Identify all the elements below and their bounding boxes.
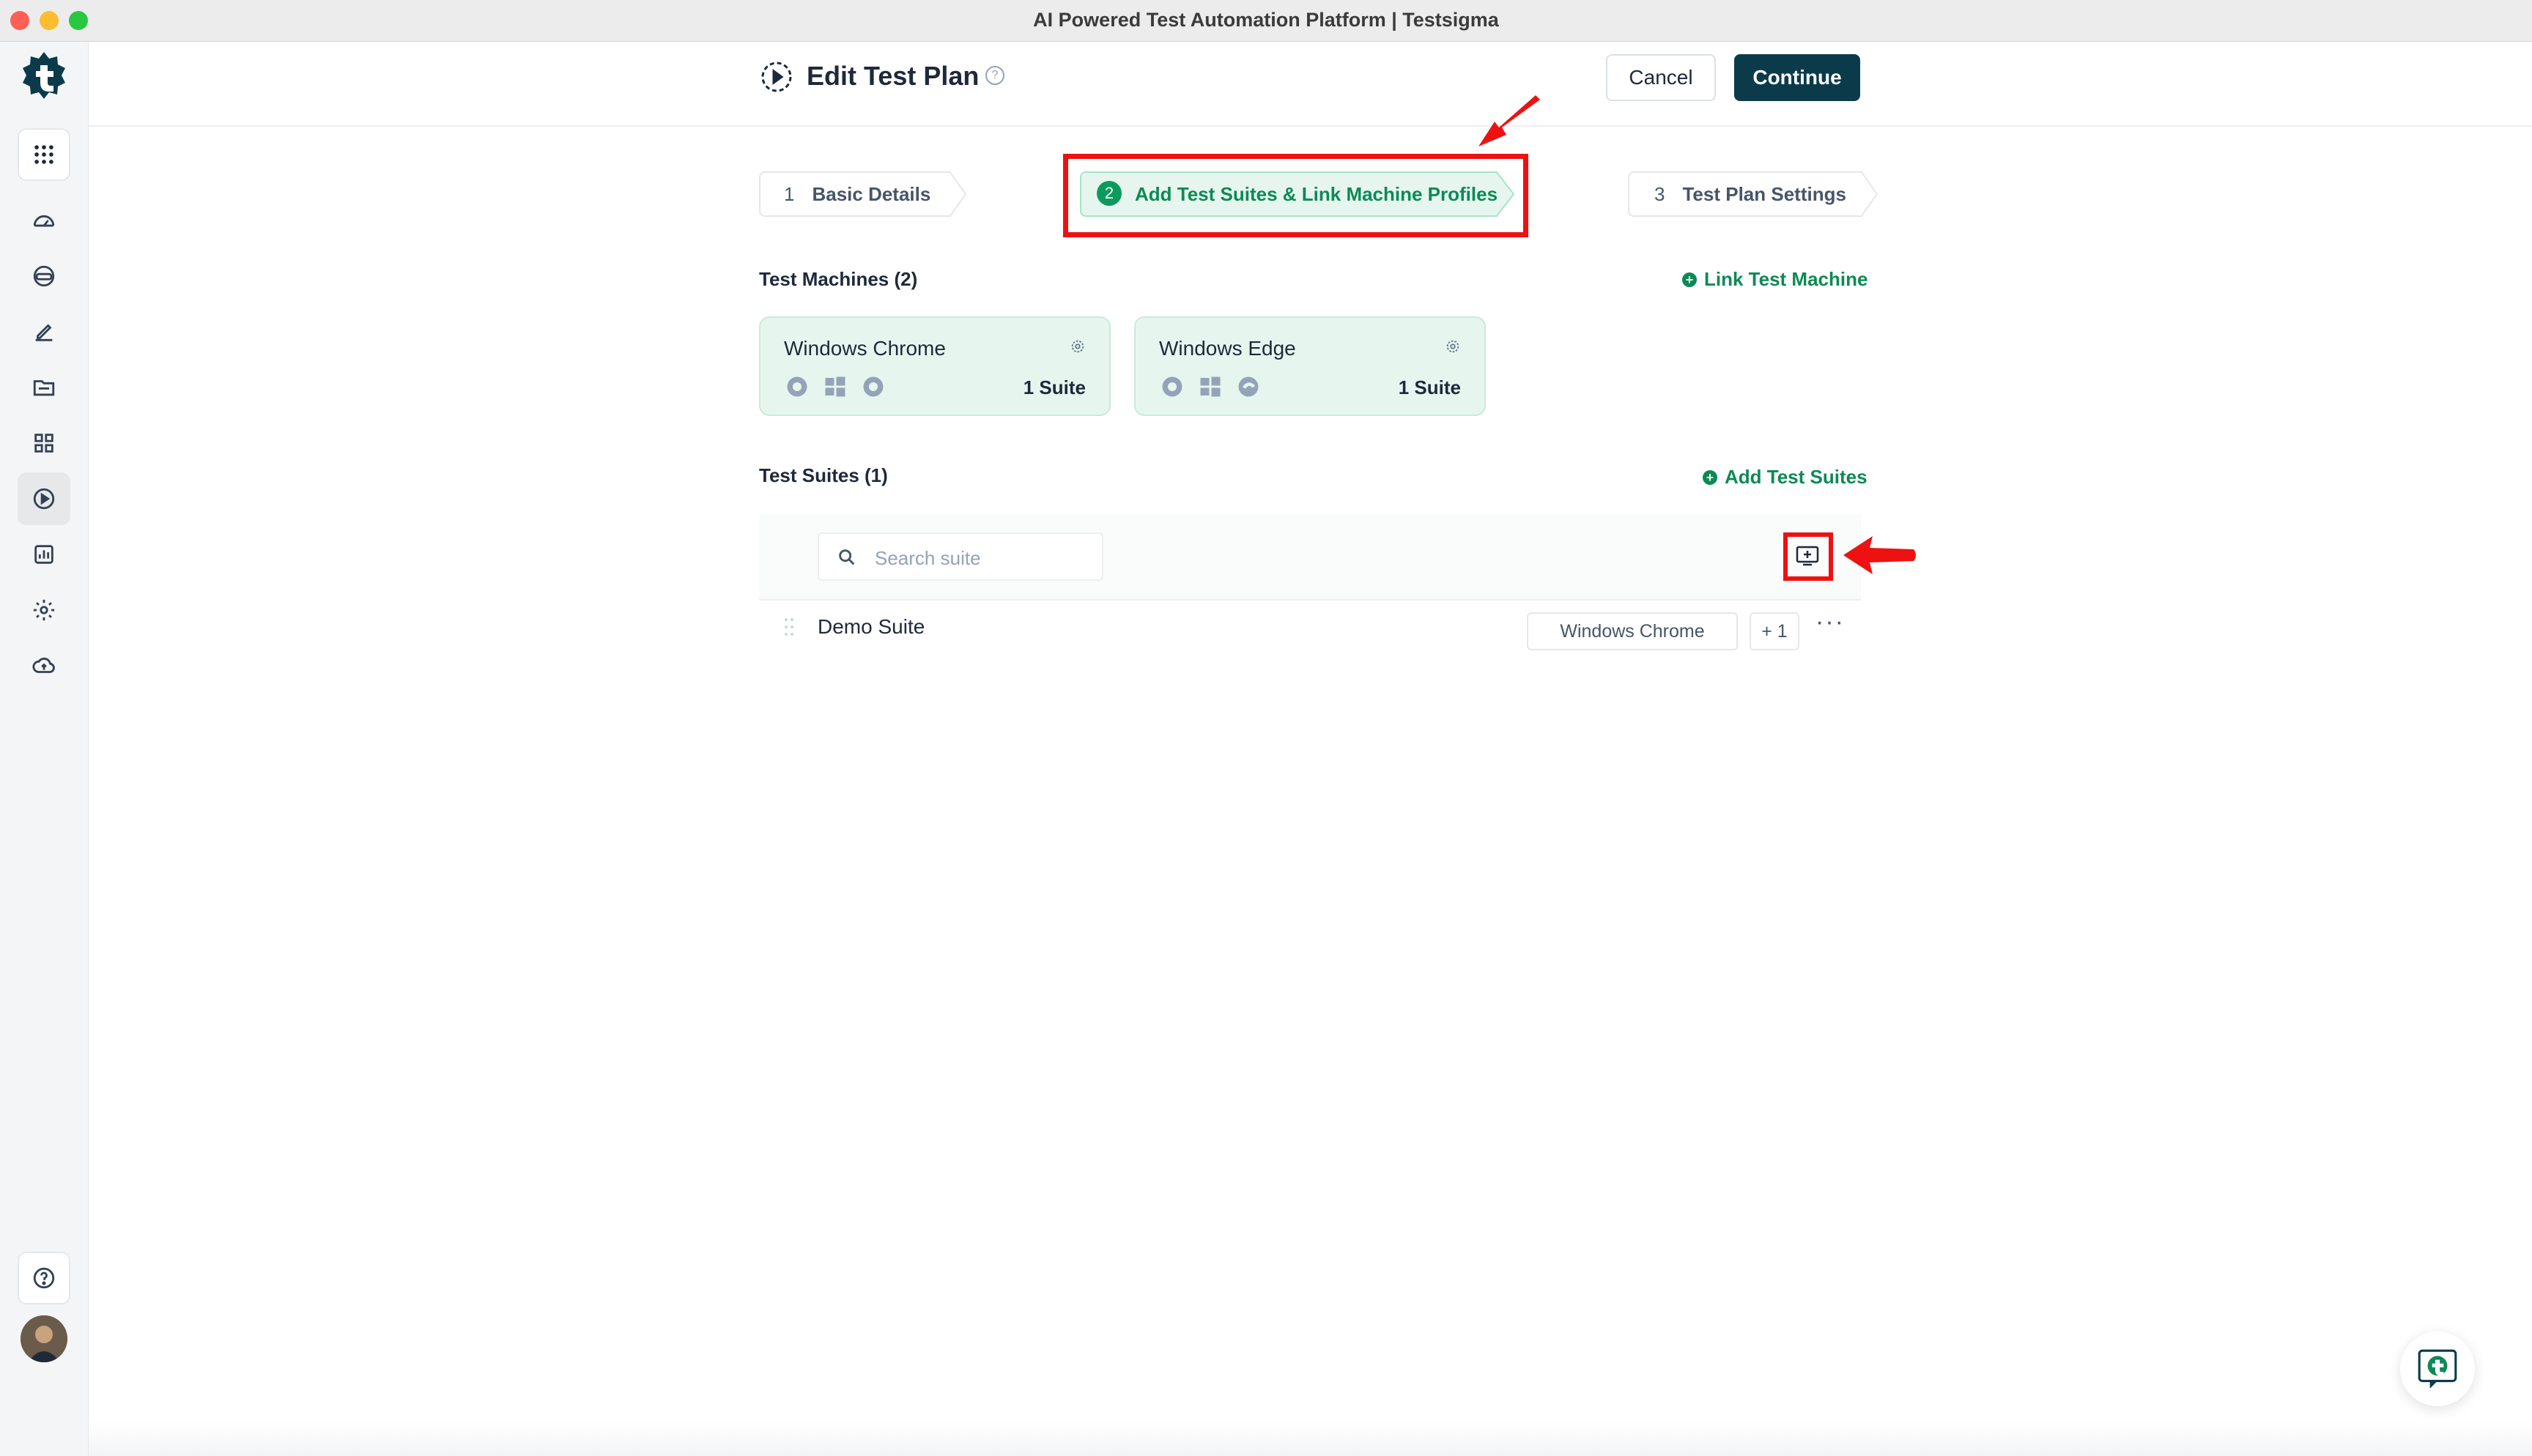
machine-suite-count: 1 Suite	[1023, 376, 1086, 398]
annotation-arrow-left-icon	[1843, 536, 1916, 574]
bottom-shadow	[89, 1421, 2532, 1456]
edge-icon	[1238, 376, 1259, 397]
highlight-box-add-icon	[1783, 532, 1833, 581]
avatar[interactable]	[21, 1315, 67, 1362]
step-3-label: Test Plan Settings	[1682, 182, 1846, 205]
plus-circle-icon: +	[1703, 469, 1717, 485]
cloud-icon[interactable]	[18, 639, 70, 692]
machine-card[interactable]: Windows Chrome 1 Suite	[759, 316, 1111, 416]
modules-icon[interactable]	[18, 417, 70, 469]
highlight-box-steps	[1063, 154, 1528, 237]
suite-name[interactable]: Demo Suite	[818, 615, 925, 639]
dashboard-icon[interactable]	[18, 194, 70, 247]
link-test-machine-button[interactable]: + Link Test Machine	[1682, 268, 1867, 291]
windows-icon	[825, 376, 845, 397]
machine-name: Windows Edge	[1159, 337, 1296, 360]
support-chat-button[interactable]	[2400, 1331, 2475, 1406]
link-test-machine-label: Link Test Machine	[1704, 268, 1868, 290]
help-tooltip-icon[interactable]: ?	[985, 66, 1004, 85]
step-3-chevron	[1861, 171, 1878, 217]
search-placeholder: Search suite	[875, 547, 981, 569]
sidebar	[0, 42, 89, 1456]
chat-logo-icon	[2418, 1349, 2457, 1389]
step-3-number: 3	[1654, 182, 1665, 205]
step-3[interactable]: 3 Test Plan Settings	[1654, 171, 1846, 217]
run-icon[interactable]	[18, 472, 70, 525]
continue-button[interactable]: Continue	[1734, 54, 1860, 101]
gear-icon[interactable]	[1070, 338, 1086, 354]
testsigma-logo-icon[interactable]	[18, 49, 70, 102]
suite-machine-tag[interactable]: Windows Chrome	[1527, 612, 1738, 650]
search-suite-input[interactable]: Search suite	[818, 532, 1103, 581]
test-plan-icon	[760, 60, 793, 94]
reports-icon[interactable]	[18, 528, 70, 581]
window-title: AI Powered Test Automation Platform | Te…	[1033, 9, 1499, 31]
help-icon[interactable]	[18, 1252, 70, 1304]
gear-icon[interactable]	[1445, 338, 1461, 354]
machine-card[interactable]: Windows Edge 1 Suite	[1134, 316, 1486, 416]
step-1-label: Basic Details	[812, 182, 931, 205]
edit-icon[interactable]	[18, 305, 70, 358]
drag-handle-icon[interactable]	[784, 617, 794, 637]
annotation-arrow-down-icon	[1478, 95, 1540, 146]
windows-icon	[1200, 376, 1221, 397]
page-title: Edit Test Plan	[807, 61, 980, 91]
add-test-suites-button[interactable]: + Add Test Suites	[1703, 466, 1867, 489]
step-1[interactable]: 1 Basic Details	[784, 171, 930, 217]
ai-agent-icon[interactable]	[18, 250, 70, 302]
window-titlebar: AI Powered Test Automation Platform | Te…	[0, 0, 2532, 42]
test-machines-title: Test Machines (2)	[759, 268, 918, 290]
settings-icon[interactable]	[18, 584, 70, 636]
chrome-icon	[863, 376, 884, 397]
add-test-suites-label: Add Test Suites	[1725, 466, 1867, 488]
page-header: Edit Test Plan ? Cancel Continue	[89, 42, 2532, 127]
machine-name: Windows Chrome	[784, 337, 946, 360]
folder-icon[interactable]	[18, 361, 70, 414]
gear-icon	[1162, 376, 1182, 397]
step-1-number: 1	[784, 182, 795, 205]
plus-circle-icon: +	[1682, 272, 1697, 287]
search-icon	[839, 549, 855, 565]
gear-icon	[787, 376, 807, 397]
apps-grid-icon[interactable]	[18, 128, 70, 181]
step-1-chevron	[949, 171, 967, 217]
cancel-button[interactable]: Cancel	[1606, 54, 1716, 101]
test-suites-title: Test Suites (1)	[759, 464, 888, 486]
suite-more-machines-tag[interactable]: + 1	[1750, 612, 1799, 650]
more-options-icon[interactable]: ···	[1815, 608, 1845, 636]
machine-suite-count: 1 Suite	[1398, 376, 1461, 398]
